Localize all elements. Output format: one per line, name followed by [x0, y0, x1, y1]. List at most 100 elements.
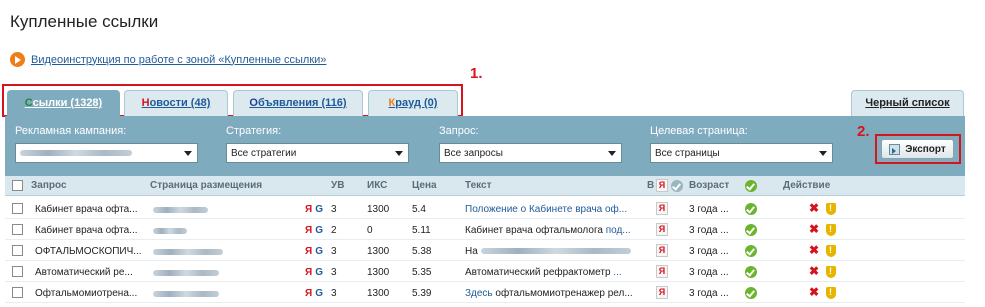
- row-age: 3 года ...: [689, 267, 729, 278]
- row-text: Положение о Кабинете врача оф...: [465, 204, 635, 215]
- row-text: На: [465, 246, 635, 257]
- export-button-label: Экспорт: [905, 143, 946, 155]
- row-search-engines: ЯG: [305, 288, 323, 299]
- shield-icon[interactable]: [826, 203, 836, 215]
- ok-icon: [745, 287, 757, 299]
- row-uv: 2: [331, 225, 337, 236]
- row-page-redacted[interactable]: [153, 228, 187, 234]
- col-text[interactable]: Текст: [465, 180, 492, 191]
- query-select[interactable]: Все запросы: [439, 143, 622, 163]
- shield-icon[interactable]: [826, 266, 836, 278]
- row-iks: 1300: [367, 267, 390, 278]
- col-age[interactable]: Возраст: [689, 180, 729, 191]
- yandex-index-icon: Я: [656, 244, 668, 257]
- row-checkbox[interactable]: [12, 245, 23, 256]
- row-iks: 1300: [367, 288, 390, 299]
- row-text: Кабинет врача офтальмолога под...: [465, 225, 631, 236]
- delete-icon[interactable]: ✖: [809, 201, 819, 215]
- target-page-select[interactable]: Все страницы: [650, 143, 833, 163]
- filter-bar: Рекламная кампания: Стратегия: Все страт…: [5, 116, 965, 176]
- tab-news[interactable]: Новости (48): [124, 90, 228, 116]
- ok-icon: [745, 203, 757, 215]
- col-index[interactable]: В: [647, 180, 654, 191]
- tab-ads[interactable]: Объявления (116): [233, 90, 363, 116]
- row-checkbox[interactable]: [12, 224, 23, 235]
- tab-crowd[interactable]: Крауд (0): [368, 90, 458, 116]
- row-uv: 3: [331, 246, 337, 257]
- row-page-redacted[interactable]: [153, 291, 219, 297]
- delete-icon[interactable]: ✖: [809, 264, 819, 278]
- row-query: Автоматический ре...: [35, 267, 133, 278]
- row-uv: 3: [331, 204, 337, 215]
- export-icon: [889, 143, 901, 155]
- row-age: 3 года ...: [689, 225, 729, 236]
- tab-links[interactable]: Ссылки (1328): [7, 90, 120, 117]
- select-all-checkbox[interactable]: [12, 180, 23, 191]
- row-search-engines: ЯG: [305, 267, 323, 278]
- col-page[interactable]: Страница размещения: [150, 180, 262, 191]
- row-age: 3 года ...: [689, 246, 729, 257]
- row-iks: 1300: [367, 204, 390, 215]
- row-price: 5.38: [412, 246, 432, 257]
- tab-ads-first-letter: О: [249, 97, 258, 109]
- row-text-redacted: [480, 248, 631, 255]
- row-iks: 1300: [367, 246, 390, 257]
- target-page-value: Все страницы: [655, 147, 720, 159]
- row-query: Кабинет врача офта...: [35, 225, 138, 236]
- col-uv[interactable]: УВ: [331, 180, 344, 191]
- delete-icon[interactable]: ✖: [809, 243, 819, 257]
- tab-blacklist[interactable]: Черный список: [851, 90, 964, 116]
- row-search-engines: ЯG: [305, 225, 323, 236]
- chevron-down-icon: [819, 151, 827, 156]
- row-price: 5.4: [412, 204, 426, 215]
- table-row: Офтальмомиотрена... ЯG 3 1300 5.39 Здесь…: [5, 283, 965, 303]
- tab-links-label: сылки (1328): [32, 97, 103, 109]
- row-price: 5.11: [412, 225, 431, 236]
- col-price[interactable]: Цена: [412, 180, 437, 191]
- shield-icon[interactable]: [826, 245, 836, 257]
- chevron-down-icon: [184, 151, 192, 156]
- tab-news-label: овости (48): [149, 97, 211, 109]
- row-text: Здесь офтальмомиотренажер рел...: [465, 288, 633, 299]
- callout-label-1: 1.: [470, 65, 483, 82]
- campaign-value-redacted: [20, 150, 132, 156]
- row-page-redacted[interactable]: [153, 270, 219, 276]
- shield-icon[interactable]: [826, 287, 836, 299]
- row-text-link[interactable]: под...: [606, 225, 631, 236]
- yandex-index-icon: Я: [656, 202, 668, 215]
- ok-icon: [745, 266, 757, 278]
- row-checkbox[interactable]: [12, 203, 23, 214]
- row-checkbox[interactable]: [12, 287, 23, 298]
- row-text-link[interactable]: ...: [613, 267, 621, 278]
- play-icon[interactable]: [10, 52, 25, 67]
- tab-links-first-letter: С: [24, 97, 33, 109]
- row-text-link[interactable]: Здесь: [465, 288, 493, 299]
- tab-crowd-label: рауд (0): [395, 97, 438, 109]
- strategy-select[interactable]: Все стратегии: [226, 143, 409, 163]
- row-uv: 3: [331, 288, 337, 299]
- campaign-select[interactable]: [15, 143, 198, 163]
- col-query[interactable]: Запрос: [31, 180, 67, 191]
- row-text-link[interactable]: Положение о Кабинете врача оф...: [465, 204, 627, 215]
- chevron-down-icon: [395, 151, 403, 156]
- page-title: Купленные ссылки: [10, 12, 159, 31]
- row-age: 3 года ...: [689, 204, 729, 215]
- target-page-label: Целевая страница:: [650, 125, 748, 137]
- delete-icon[interactable]: ✖: [809, 222, 819, 236]
- video-instruction-link[interactable]: Видеоинструкция по работе с зоной «Купле…: [31, 54, 326, 66]
- col-iks[interactable]: ИКС: [367, 180, 387, 191]
- export-button[interactable]: Экспорт: [881, 139, 954, 159]
- row-page-redacted[interactable]: [153, 249, 223, 255]
- row-page-redacted[interactable]: [153, 207, 208, 213]
- chevron-down-icon: [608, 151, 616, 156]
- google-index-icon: [671, 180, 683, 192]
- table-row: ОФТАЛЬМОСКОПИЧ... ЯG 3 1300 5.38 На Я 3 …: [5, 241, 965, 261]
- row-checkbox[interactable]: [12, 266, 23, 277]
- col-action: Действие: [783, 180, 831, 191]
- row-search-engines: ЯG: [305, 246, 323, 257]
- row-query: Кабинет врача офта...: [35, 204, 138, 215]
- shield-icon[interactable]: [826, 224, 836, 236]
- delete-icon[interactable]: ✖: [809, 285, 819, 299]
- row-price: 5.39: [412, 288, 432, 299]
- video-instruction-row[interactable]: Видеоинструкция по работе с зоной «Купле…: [10, 52, 326, 67]
